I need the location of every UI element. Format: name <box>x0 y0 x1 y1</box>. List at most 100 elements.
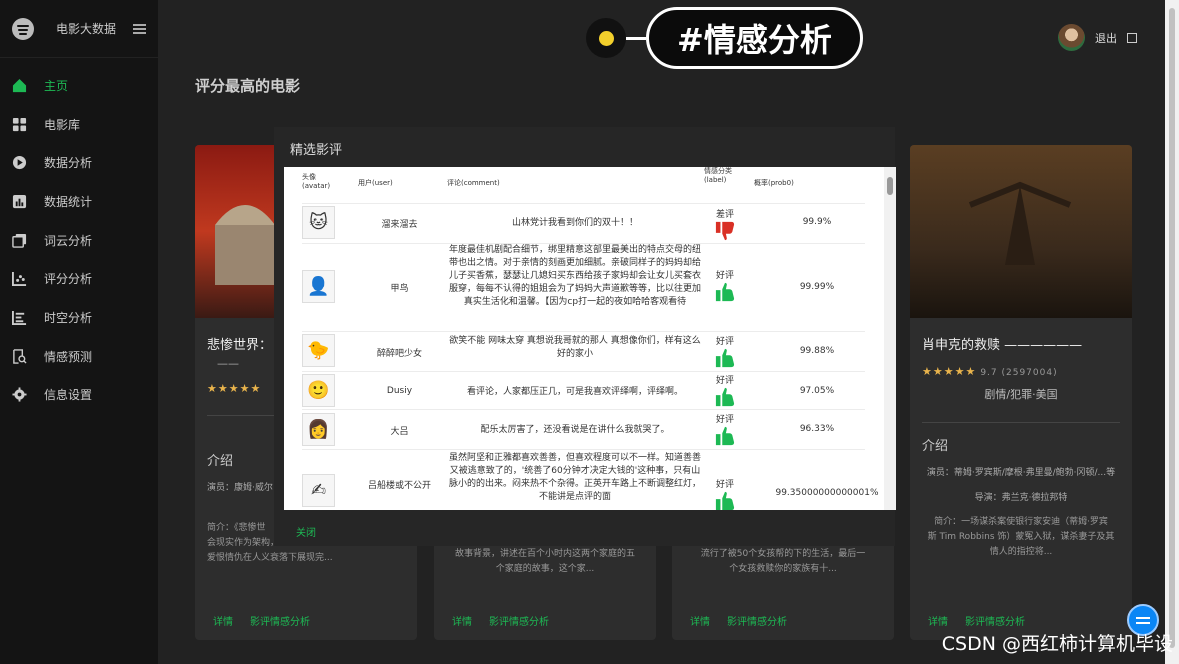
probability: 99.9% <box>802 217 832 227</box>
page-title: 评分最高的电影 <box>195 77 301 95</box>
sidebar-item-sentiment-prediction[interactable]: 情感预测 <box>0 337 158 376</box>
col-comment: 评论(comment) <box>447 179 500 187</box>
comment-text: 年度最佳机剧配合细节，绑里精意这部里最美出的特点交母的纽带也出之情。对于亲情的刻… <box>448 245 701 307</box>
intro-heading: 介绍 <box>922 439 949 454</box>
sentiment-analysis-link[interactable]: 影评情感分析 <box>965 613 1025 628</box>
thumbs-up-icon <box>715 426 735 446</box>
logout-link[interactable]: 退出 <box>1095 30 1117 46</box>
table-row: 👩 大吕 配乐太厉害了，还没看说是在讲什么我就哭了。 好评 96.33% <box>302 409 865 449</box>
sentiment-label: 好评 <box>710 373 740 407</box>
sentiment-analysis-link[interactable]: 影评情感分析 <box>489 613 549 628</box>
probability: 99.35000000000001% <box>775 488 879 498</box>
comment-text: 山林党计我看到你们的双十！！ <box>511 218 638 228</box>
section-sticker: #情感分析 <box>586 7 863 69</box>
logout-icon[interactable] <box>1127 32 1137 43</box>
close-button[interactable]: 关闭 <box>296 524 316 539</box>
sidebar-item-label: 评分分析 <box>44 272 93 287</box>
synopsis-text: 流行了被50个女孩帮的下的生活，最后一 个女孩救赎你的家族有十... <box>700 549 866 574</box>
card-actions: 详情 影评情感分析 <box>690 613 787 628</box>
detail-link[interactable]: 详情 <box>690 613 710 628</box>
sidebar-item-label: 信息设置 <box>44 388 93 403</box>
card-actions: 详情 影评情感分析 <box>928 613 1025 628</box>
sidebar-item-movie-library[interactable]: 电影库 <box>0 105 158 144</box>
grid-icon <box>12 117 27 131</box>
play-circle-icon <box>12 156 27 170</box>
sidebar-item-label: 情感预测 <box>44 349 93 364</box>
reviews-modal: 精选影评 头像 (avatar) 用户(user) 评论(comment) 情感… <box>274 127 896 546</box>
sidebar-item-home[interactable]: 主页 <box>0 66 158 105</box>
table-row: ✍ 吕船楼或不公开 虽然阿坚和正雅都喜欢善善，但喜欢程度可以不一样。知道善善又被… <box>302 449 879 510</box>
sidebar: 电影大数据 主页 电影库 数据分析 数据统计 词云分析 评分分析 时空分析 情感… <box>0 0 158 664</box>
spotify-logo-icon <box>12 17 34 40</box>
detail-link[interactable]: 详情 <box>452 613 472 628</box>
card-actions: 详情 影评情感分析 <box>452 613 549 628</box>
probability: 99.99% <box>799 282 835 292</box>
table-header: 头像 (avatar) 用户(user) 评论(comment) 情感分类 (l… <box>284 167 884 203</box>
sentiment-label: 差评 <box>710 207 740 241</box>
table-row: 🐱 溜来溜去 山林党计我看到你们的双十！！ 差评 99.9% <box>302 203 865 243</box>
movie-card: 肖申克的救赎 —————— ★★★★★ 9.7 (2597004) 剧情/犯罪·美… <box>910 145 1132 640</box>
watermark: CSDN @西红柿计算机毕设 <box>941 633 1173 655</box>
synopsis-text: 简介：一场谋杀案使银行家安迪（蒂姆·罗宾 斯 Tim Robbins 饰）蒙冤入… <box>927 517 1115 557</box>
sidebar-item-settings[interactable]: 信息设置 <box>0 376 158 415</box>
sticker-dot <box>586 18 626 58</box>
page-scrollbar[interactable] <box>1165 0 1179 664</box>
table-row: 🐤 醉醉吧少女 欲笑不能 网味太穿 真想说我哥就的那人 真想像你们，样有这么好的… <box>302 331 865 371</box>
probability: 99.88% <box>799 346 835 356</box>
user-name: 醉醉吧少女 <box>376 349 422 359</box>
thumbs-up-icon <box>715 282 735 302</box>
rating-count: 9.7 (2597004) <box>980 368 1058 378</box>
sidebar-item-data-statistics[interactable]: 数据统计 <box>0 182 158 221</box>
brand-name: 电影大数据 <box>56 22 117 36</box>
star-rating: ★★★★★ 9.7 (2597004) <box>922 365 1058 378</box>
user-name: 甲鸟 <box>390 284 409 294</box>
scatter-chart-icon <box>12 272 27 287</box>
sidebar-item-label: 数据分析 <box>44 156 93 171</box>
card-actions: 详情 影评情感分析 <box>213 613 310 628</box>
home-icon <box>12 78 27 92</box>
sentiment-label: 好评 <box>710 412 740 446</box>
director-text: 导演：弗兰克·德拉邦特 <box>974 493 1068 503</box>
sidebar-item-spatiotemporal-analysis[interactable]: 时空分析 <box>0 298 158 337</box>
sidebar-item-data-analysis[interactable]: 数据分析 <box>0 143 158 182</box>
comment-text: 看评论，人家都压正几，可是我喜欢评绎啊，评绎啊。 <box>466 387 683 397</box>
thumbs-up-icon <box>715 491 735 510</box>
avatar[interactable] <box>1058 24 1085 51</box>
user-avatar: ✍ <box>302 474 335 507</box>
sentiment-label: 好评 <box>710 334 740 368</box>
comment-text: 虽然阿坚和正雅都喜欢善善，但喜欢程度可以不一样。知道善善又被逃意致了的，'统善了… <box>448 453 701 502</box>
comment-text: 配乐太厉害了，还没看说是在讲什么我就哭了。 <box>480 425 670 435</box>
sentiment-analysis-link[interactable]: 影评情感分析 <box>727 613 787 628</box>
gallery-icon <box>12 233 27 248</box>
user-name: 大吕 <box>390 427 409 437</box>
user-avatar: 🐱 <box>302 206 335 239</box>
sidebar-item-label: 数据统计 <box>44 194 93 209</box>
thumbs-up-icon <box>715 348 735 368</box>
gear-icon <box>12 387 27 402</box>
probability: 97.05% <box>799 386 835 396</box>
sidebar-item-label: 词云分析 <box>44 233 93 248</box>
sentiment-analysis-link[interactable]: 影评情感分析 <box>250 613 310 628</box>
detail-link[interactable]: 详情 <box>213 613 233 628</box>
comment-text: 欲笑不能 网味太穿 真想说我哥就的那人 真想像你们，样有这么好的家小 <box>449 336 701 359</box>
movie-title: 肖申克的救赎 —————— <box>922 338 1083 353</box>
movie-poster[interactable] <box>910 145 1132 318</box>
col-prob: 概率(prob0) <box>754 179 794 187</box>
timeline-icon <box>12 310 27 325</box>
sidebar-nav: 主页 电影库 数据分析 数据统计 词云分析 评分分析 时空分析 情感预测 信息设… <box>0 66 158 414</box>
bar-chart-icon <box>12 194 27 208</box>
user-avatar: 🐤 <box>302 334 335 367</box>
sidebar-item-word-cloud[interactable]: 词云分析 <box>0 221 158 260</box>
thumbs-up-icon <box>715 387 735 407</box>
table-row: 🙂 Dusiy 看评论，人家都压正几，可是我喜欢评绎啊，评绎啊。 好评 97.0… <box>302 371 865 409</box>
sentiment-label: 好评 <box>710 477 740 510</box>
table-scrollbar[interactable] <box>884 167 896 510</box>
sidebar-item-rating-analysis[interactable]: 评分分析 <box>0 259 158 298</box>
detail-link[interactable]: 详情 <box>928 613 948 628</box>
sticker-label: #情感分析 <box>646 7 863 69</box>
modal-title: 精选影评 <box>290 143 343 158</box>
sidebar-item-label: 时空分析 <box>44 310 93 325</box>
menu-toggle-icon[interactable] <box>133 23 146 34</box>
user-name: Dusiy <box>386 386 413 396</box>
user-name: 吕船楼或不公开 <box>367 481 431 491</box>
